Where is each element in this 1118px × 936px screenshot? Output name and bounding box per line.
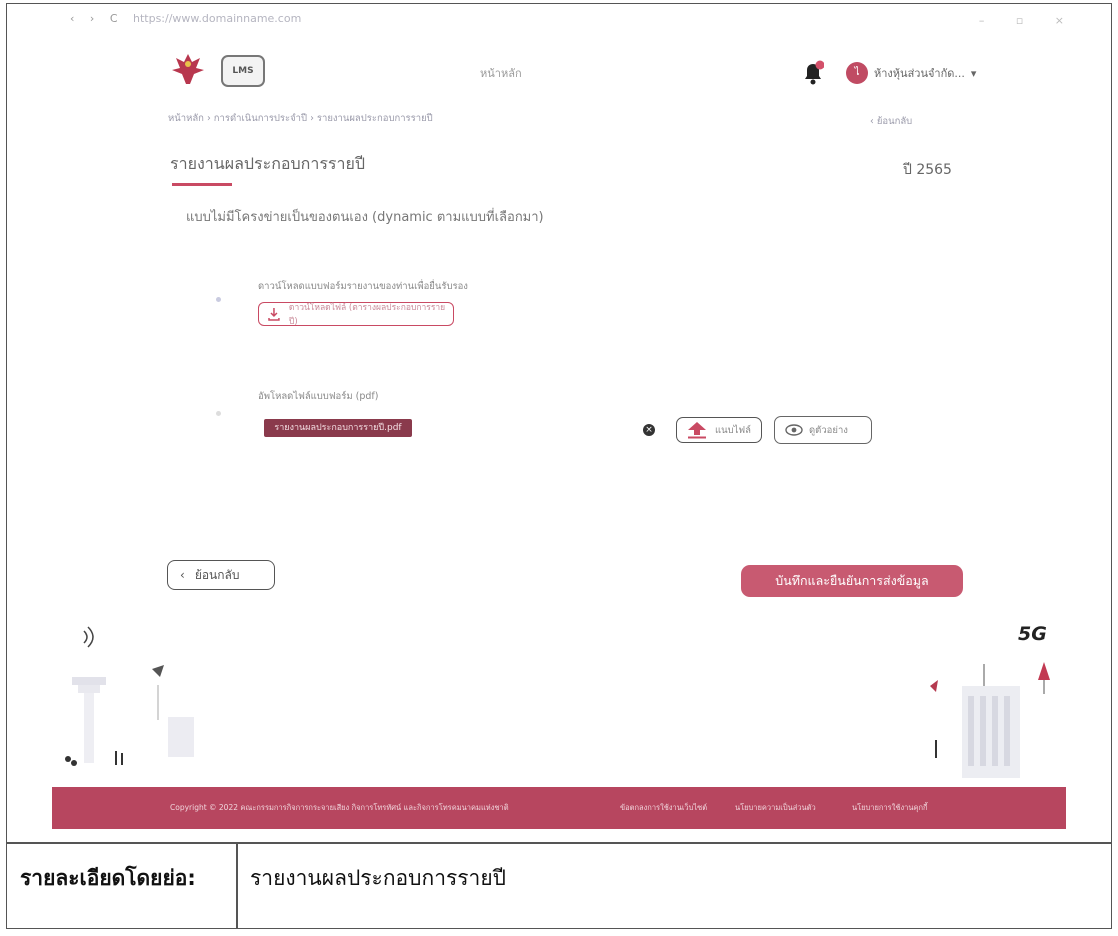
nav-home-label[interactable]: หน้าหลัก [480, 64, 522, 82]
save-and-confirm-button[interactable]: บันทึกและยืนยันการส่งข้อมูล [741, 565, 963, 597]
footer-copyright: Copyright © 2022 คณะกรรมการกิจการกระจายเ… [170, 803, 509, 812]
preview-button-label: ดูตัวอย่าง [809, 424, 848, 436]
reload-icon[interactable]: C [110, 12, 118, 25]
footer-link-terms[interactable]: ข้อตกลงการใช้งานเว็บไซต์ [620, 802, 707, 814]
upload-arrow-icon [688, 422, 706, 439]
page-title: รายงานผลประกอบการรายปี [170, 154, 366, 173]
download-button-label: ดาวน์โหลดไฟล์ (ตารางผลประกอบการรายปี) [288, 303, 446, 327]
footer-link-cookies[interactable]: นโยบายการใช้งานคุกกี้ [852, 802, 928, 814]
caption-column-divider [236, 842, 238, 929]
bell-icon[interactable] [802, 60, 824, 86]
chevron-down-icon: ▾ [970, 66, 977, 80]
year-label: ปี 2565 [903, 162, 952, 178]
attach-button-label: แนบไฟล์ [715, 424, 751, 436]
chevron-left-icon: ‹ [180, 568, 185, 582]
footer: Copyright © 2022 คณะกรรมการกิจการกระจายเ… [52, 787, 1066, 829]
remove-file-icon[interactable]: × [643, 424, 655, 436]
eye-icon [785, 424, 803, 436]
title-underline [172, 183, 232, 186]
step-dot [216, 297, 221, 302]
city-illustration-right [930, 662, 1050, 778]
form-type-subtitle: แบบไม่มีโครงข่ายเป็นของตนเอง (dynamic ตา… [186, 210, 544, 225]
5g-label: 5G [1018, 623, 1047, 645]
forward-nav-icon[interactable]: › [90, 12, 94, 25]
window-controls[interactable]: – ▫ × [979, 14, 1078, 27]
uploaded-file-name[interactable]: รายงานผลประกอบการรายปี.pdf [264, 419, 412, 437]
download-template-button[interactable]: ดาวน์โหลดไฟล์ (ตารางผลประกอบการรายปี) [258, 302, 454, 327]
preview-button[interactable]: ดูตัวอย่าง [774, 416, 872, 444]
back-nav-icon[interactable]: ‹ [70, 12, 74, 25]
breadcrumb[interactable]: หน้าหลัก › การดำเนินการประจำปี › รายงานผ… [168, 111, 433, 126]
avatar: ไ [846, 62, 868, 84]
user-name: ห้างหุ้นส่วนจำกัด... [874, 67, 965, 80]
caption-value: รายงานผลประกอบการรายปี [250, 866, 506, 890]
back-button-label: ย้อนกลับ [194, 567, 240, 582]
garuda-logo-icon [172, 54, 204, 84]
step-dot [216, 411, 221, 416]
lms-logo: LMS [221, 55, 265, 87]
url-bar[interactable]: https://www.domainname.com [133, 12, 301, 25]
footer-link-privacy[interactable]: นโยบายความเป็นส่วนตัว [735, 802, 816, 814]
caption-divider [6, 842, 1112, 844]
upload-label: อัพโหลดไฟล์แบบฟอร์ม (pdf) [258, 391, 379, 402]
city-illustration-left [65, 626, 194, 766]
attach-file-button[interactable]: แนบไฟล์ [676, 417, 762, 443]
caption-label: รายละเอียดโดยย่อ: [20, 866, 196, 890]
back-button[interactable]: ‹ ย้อนกลับ [167, 560, 275, 590]
user-menu[interactable]: ไ ห้างหุ้นส่วนจำกัด... ▾ [846, 62, 976, 84]
back-link[interactable]: ‹ ย้อนกลับ [870, 114, 912, 129]
download-label: ดาวน์โหลดแบบฟอร์มรายงานของท่านเพื่อยื่นร… [258, 281, 468, 292]
browser-bar: ‹ › C https://www.domainname.com [70, 12, 313, 25]
download-icon [268, 308, 280, 321]
